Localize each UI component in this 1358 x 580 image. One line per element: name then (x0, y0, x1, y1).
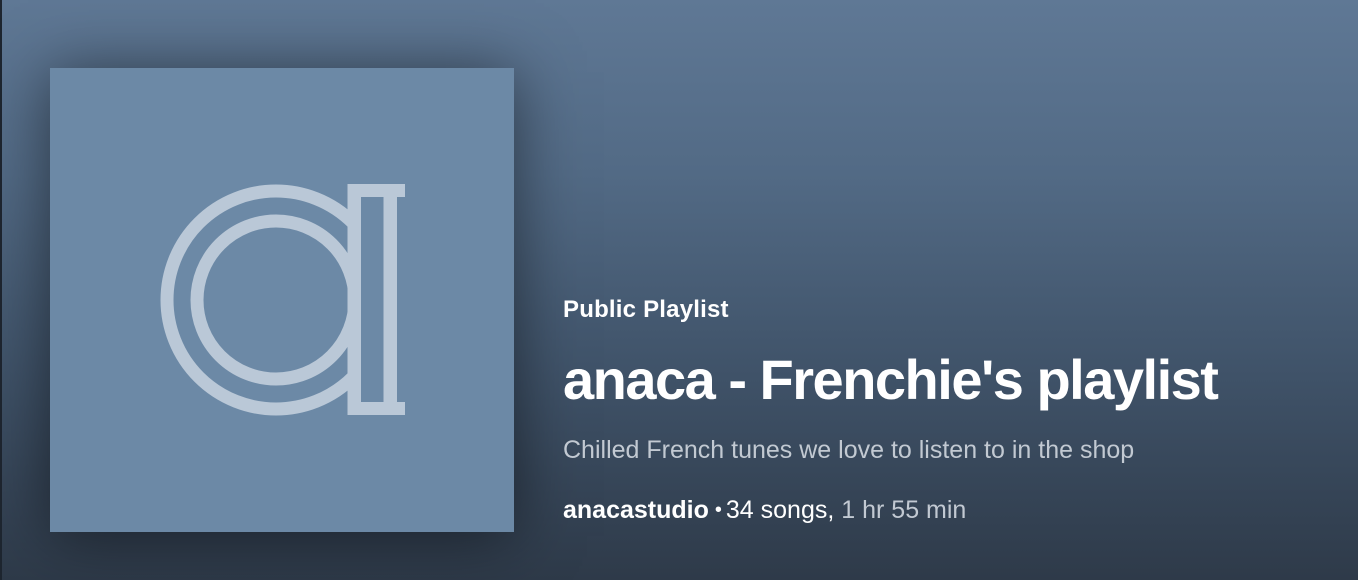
song-count: 34 songs, (725, 496, 835, 524)
playlist-description: Chilled French tunes we love to listen t… (563, 436, 1135, 464)
playlist-duration: 1 hr 55 min (841, 496, 967, 524)
playlist-info: Public Playlist anaca - Frenchie's playl… (563, 292, 1343, 530)
playlist-cover-image[interactable] (50, 68, 514, 532)
playlist-title[interactable]: anaca - Frenchie's playlist (563, 348, 1343, 412)
anaca-logo-icon (160, 184, 405, 416)
window-edge (0, 0, 2, 580)
playlist-meta: anacastudio • 34 songs, 1 hr 55 min (563, 492, 1343, 530)
meta-separator: • (714, 499, 722, 521)
playlist-owner-link[interactable]: anacastudio (563, 496, 709, 524)
playlist-type-label: Public Playlist (563, 296, 729, 323)
